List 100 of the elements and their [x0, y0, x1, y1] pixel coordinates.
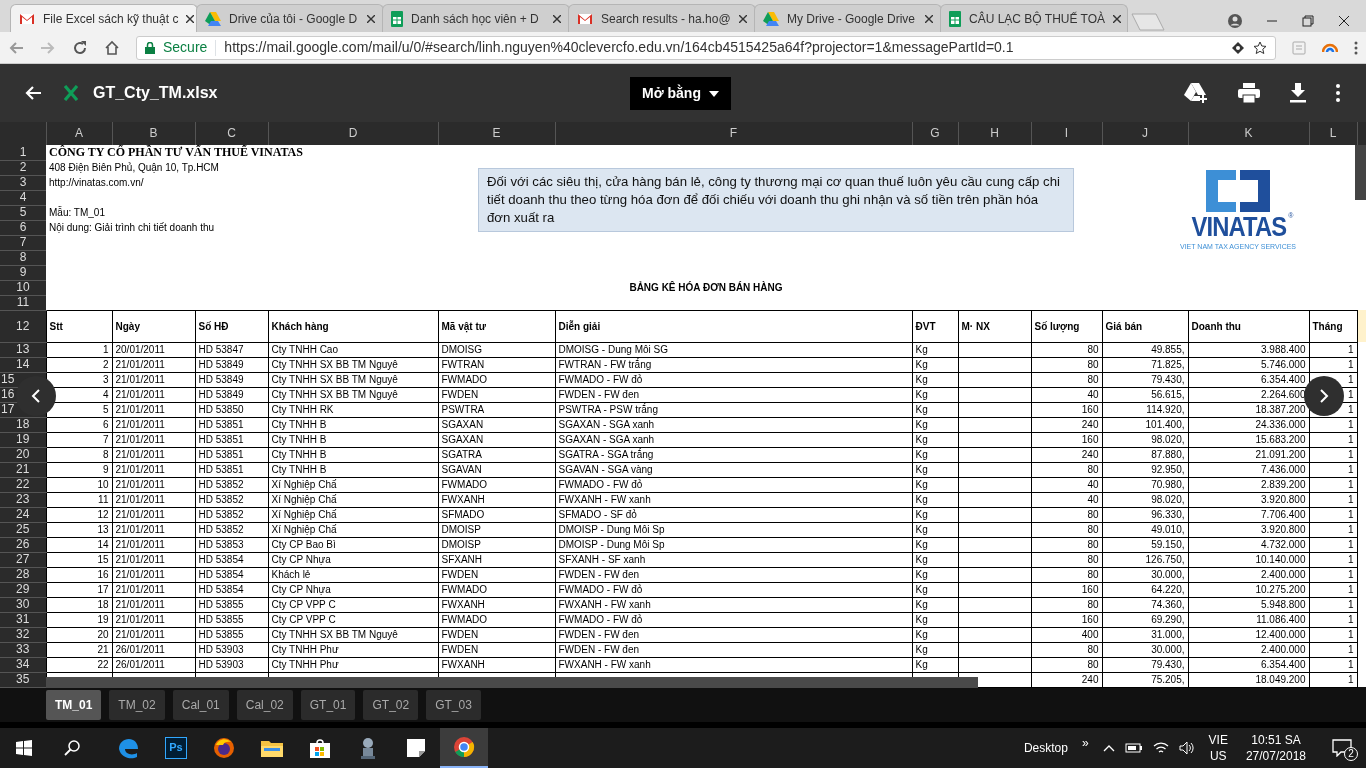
- table-cell: HD 53849: [195, 357, 268, 372]
- sheet-tab[interactable]: GT_02: [363, 689, 419, 720]
- browser-tab[interactable]: File Excel sách kỹ thuật c: [10, 4, 198, 32]
- add-to-drive-icon[interactable]: [1184, 83, 1208, 103]
- table-cell: 3.988.400: [1188, 342, 1309, 357]
- column-header[interactable]: D: [268, 122, 438, 145]
- key-icon[interactable]: [1231, 40, 1245, 55]
- close-icon[interactable]: [1338, 15, 1350, 27]
- menu-icon[interactable]: [1354, 40, 1358, 55]
- clock-date[interactable]: 27/07/2018: [1245, 748, 1306, 764]
- browser-tab[interactable]: CÂU LẠC BỘ THUẾ TOÀ: [940, 4, 1128, 32]
- table-cell: Kg: [912, 447, 958, 462]
- row-header[interactable]: 7: [19, 236, 27, 249]
- row-header[interactable]: 6: [19, 221, 27, 234]
- table-cell: 160: [1031, 612, 1102, 627]
- table-cell: SGAXAN - SGA xanh: [555, 417, 912, 432]
- table-cell: 1: [1309, 507, 1357, 522]
- star-icon[interactable]: [1253, 40, 1267, 55]
- horizontal-scrollbar[interactable]: [46, 677, 978, 688]
- column-header[interactable]: F: [555, 122, 912, 145]
- table-cell: 5.948.800: [1188, 597, 1309, 612]
- table-cell: SGAXAN: [438, 417, 555, 432]
- row-header[interactable]: 2: [19, 161, 27, 174]
- chevron-up-icon[interactable]: [1102, 744, 1115, 752]
- column-header[interactable]: B: [112, 122, 195, 145]
- open-with-button[interactable]: Mở bằng: [630, 77, 731, 110]
- table-cell: DMOISP - Dung Môi Sp: [555, 522, 912, 537]
- restore-icon[interactable]: [1302, 15, 1314, 27]
- sheet-tab[interactable]: TM_02: [109, 689, 165, 720]
- table-cell: FWMADO: [438, 612, 555, 627]
- table-cell: SGAXAN: [438, 432, 555, 447]
- column-header[interactable]: H: [958, 122, 1031, 145]
- sheet-tab[interactable]: GT_01: [300, 689, 356, 720]
- table-cell: 21/01/2011: [112, 567, 195, 582]
- taskbar-app[interactable]: Ps: [152, 728, 200, 768]
- next-button[interactable]: [1304, 376, 1344, 416]
- table-cell: 98.020,: [1102, 432, 1188, 447]
- sheet-tab[interactable]: TM_01: [46, 689, 102, 720]
- logo-text: VINATAS: [1190, 212, 1286, 242]
- browser-tab[interactable]: Search results - ha.ho@: [568, 4, 756, 32]
- table-cell: 17: [46, 582, 112, 597]
- column-header[interactable]: G: [912, 122, 958, 145]
- row-header[interactable]: 8: [19, 251, 27, 264]
- table-cell: Cty TNHH Phư: [268, 657, 438, 672]
- download-icon[interactable]: [1290, 83, 1306, 103]
- profile-icon[interactable]: [1228, 14, 1242, 28]
- vertical-scrollbar[interactable]: [1355, 145, 1366, 200]
- browser-tab[interactable]: Drive của tôi - Google D: [196, 4, 384, 32]
- reload-icon[interactable]: [72, 39, 88, 56]
- browser-tab[interactable]: My Drive - Google Drive: [754, 4, 942, 32]
- column-header[interactable]: L: [1309, 122, 1357, 145]
- row-header[interactable]: 3: [19, 176, 27, 189]
- row-header[interactable]: 5: [19, 206, 27, 219]
- table-cell: HD 53851: [195, 417, 268, 432]
- table-cell: HD 53851: [195, 432, 268, 447]
- table-cell: 19: [46, 612, 112, 627]
- sheet-tab[interactable]: GT_03: [426, 689, 481, 720]
- table-cell: Cty CP VPP C: [268, 612, 438, 627]
- print-icon[interactable]: [1238, 83, 1260, 103]
- table-cell: FWXANH: [438, 657, 555, 672]
- back-icon[interactable]: [24, 85, 42, 101]
- table-cell: HD 53852: [195, 477, 268, 492]
- column-header[interactable]: E: [438, 122, 555, 145]
- extension-icon[interactable]: [1322, 41, 1338, 54]
- browser-tab[interactable]: Danh sách học viên + D: [382, 4, 570, 32]
- clock-time[interactable]: 10:51 SA: [1245, 732, 1306, 748]
- column-header[interactable]: I: [1031, 122, 1102, 145]
- chevron-left-icon: [31, 389, 41, 403]
- volume-icon[interactable]: [1178, 741, 1195, 755]
- table-cell: 98.020,: [1102, 492, 1188, 507]
- notification-icon[interactable]: [1332, 739, 1352, 758]
- more-icon[interactable]: [1336, 84, 1340, 102]
- column-header[interactable]: J: [1102, 122, 1188, 145]
- table-cell: 24.336.000: [1188, 417, 1309, 432]
- overflow-chevron[interactable]: »: [1081, 734, 1089, 752]
- home-icon[interactable]: [104, 39, 120, 56]
- keyboard-layout[interactable]: US: [1208, 748, 1228, 764]
- desktop-toolbar-label[interactable]: Desktop: [1023, 739, 1068, 757]
- sheet-tab[interactable]: Cal_02: [236, 689, 293, 720]
- table-cell: Cty TNHH Cao: [268, 342, 438, 357]
- column-header[interactable]: C: [195, 122, 268, 145]
- row-header[interactable]: 12: [16, 319, 30, 333]
- sheet-tab[interactable]: Cal_01: [172, 689, 229, 720]
- wifi-icon[interactable]: [1152, 741, 1169, 755]
- table-cell: 15.683.200: [1188, 432, 1309, 447]
- table-cell: DMOISP: [438, 522, 555, 537]
- table-cell: FWDEN: [438, 387, 555, 402]
- taskbar-app[interactable]: [440, 728, 488, 768]
- table-cell: 40: [1031, 492, 1102, 507]
- table-cell: 1: [1309, 537, 1357, 552]
- column-header[interactable]: K: [1188, 122, 1309, 145]
- row-header[interactable]: 9: [19, 266, 27, 279]
- row-header[interactable]: 1: [19, 145, 27, 159]
- row-header[interactable]: 4: [19, 191, 27, 204]
- table-cell: 20/01/2011: [112, 342, 195, 357]
- address-field[interactable]: Secure https://mail.google.com/mail/u/0/#search/linh.nguyen%40clevercfo.edu.vn/164cb4515425a64f?projector=1&messagePartId=0.1: [136, 35, 1276, 60]
- battery-icon[interactable]: [1124, 742, 1143, 754]
- column-header[interactable]: A: [46, 122, 112, 145]
- language-indicator[interactable]: VIE: [1208, 732, 1228, 748]
- spreadsheet-icon: [391, 10, 403, 27]
